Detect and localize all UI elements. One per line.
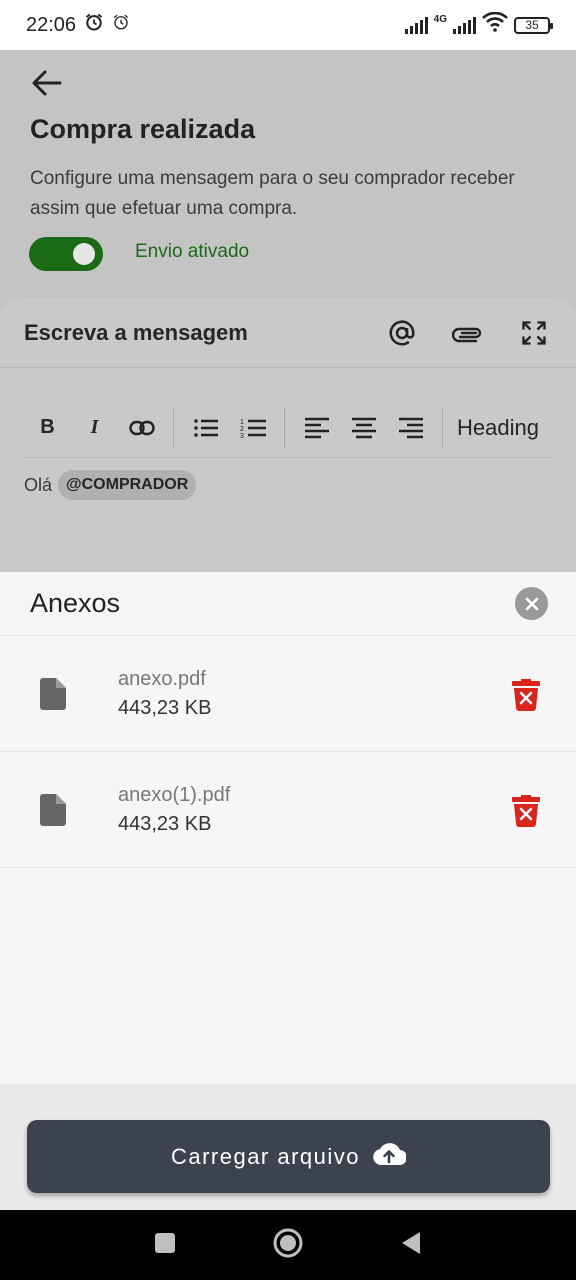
alarm-icon bbox=[84, 12, 104, 38]
file-icon bbox=[38, 793, 68, 826]
fullscreen-icon[interactable] bbox=[516, 315, 552, 351]
content-text: Olá bbox=[24, 474, 53, 495]
bold-button[interactable]: B bbox=[24, 408, 71, 448]
link-icon[interactable] bbox=[118, 408, 165, 448]
numbered-list-icon[interactable]: 123 bbox=[229, 408, 276, 448]
toolbar-divider bbox=[173, 406, 174, 449]
network-type: 4G bbox=[433, 13, 447, 25]
align-right-icon[interactable] bbox=[387, 408, 434, 448]
cloud-upload-icon bbox=[372, 1141, 408, 1172]
status-bar: 22:06 4G 35 bbox=[0, 0, 576, 50]
italic-button[interactable]: I bbox=[71, 408, 118, 448]
page-description: Configure uma mensagem para o seu compra… bbox=[30, 168, 515, 219]
toggle-label: Envio ativado bbox=[135, 241, 250, 262]
home-icon[interactable] bbox=[272, 1227, 304, 1264]
close-icon bbox=[525, 597, 538, 610]
heading-button[interactable]: Heading bbox=[457, 415, 539, 441]
align-left-icon[interactable] bbox=[293, 408, 340, 448]
file-size: 443,23 KB bbox=[118, 812, 212, 835]
svg-text:3: 3 bbox=[240, 433, 244, 439]
attachment-row: anexo(1).pdf 443,23 KB bbox=[0, 752, 576, 868]
page-title: Compra realizada bbox=[30, 114, 256, 144]
upload-label: Carregar arquivo bbox=[170, 1143, 361, 1169]
toolbar-divider bbox=[442, 406, 443, 449]
editor-title: Escreva a mensagem bbox=[24, 319, 248, 345]
sheet-header: Anexos bbox=[0, 572, 576, 636]
file-name: anexo(1).pdf bbox=[118, 783, 231, 806]
recents-icon[interactable] bbox=[154, 1232, 176, 1259]
send-toggle[interactable] bbox=[29, 237, 103, 271]
delete-icon[interactable] bbox=[508, 792, 544, 828]
bullet-list-icon[interactable] bbox=[182, 408, 229, 448]
sheet-title: Anexos bbox=[30, 588, 121, 618]
back-triangle-icon[interactable] bbox=[400, 1231, 422, 1260]
delete-icon[interactable] bbox=[508, 676, 544, 712]
svg-text:2: 2 bbox=[240, 426, 244, 433]
svg-text:1: 1 bbox=[240, 419, 244, 426]
mention-chip[interactable]: @COMPRADOR bbox=[58, 470, 197, 500]
align-center-icon[interactable] bbox=[340, 408, 387, 448]
battery-icon: 35 bbox=[514, 16, 553, 34]
page-background: Compra realizada Configure uma mensagem … bbox=[0, 50, 576, 572]
back-arrow-icon[interactable] bbox=[30, 68, 64, 98]
file-name: anexo.pdf bbox=[118, 667, 206, 690]
file-size: 443,23 KB bbox=[118, 696, 212, 719]
upload-button[interactable]: Carregar arquivo bbox=[27, 1120, 550, 1193]
close-button[interactable] bbox=[515, 587, 548, 620]
sheet-footer: Carregar arquivo bbox=[0, 1084, 576, 1210]
signal-icon bbox=[404, 16, 428, 34]
editor-content[interactable]: Olá @COMPRADOR bbox=[24, 470, 197, 500]
toggle-knob bbox=[73, 243, 95, 265]
signal-4g-icon bbox=[453, 16, 476, 34]
status-time: 22:06 bbox=[26, 13, 77, 36]
wifi-icon bbox=[482, 11, 508, 38]
alarm-outline-icon bbox=[112, 13, 130, 37]
nav-bar bbox=[0, 1210, 576, 1280]
attachments-sheet: Anexos anexo.pdf 443,23 KB anexo(1).pdf … bbox=[0, 572, 576, 1210]
message-editor: Escreva a mensagem B I 1 2 3 Heading Olá… bbox=[0, 298, 576, 572]
toolbar-divider bbox=[284, 406, 285, 449]
editor-header: Escreva a mensagem bbox=[0, 298, 576, 368]
file-icon bbox=[38, 677, 68, 710]
format-toolbar: B I 123 Heading bbox=[24, 398, 552, 458]
mention-icon[interactable] bbox=[384, 315, 420, 351]
attachment-row: anexo.pdf 443,23 KB bbox=[0, 636, 576, 752]
paperclip-icon[interactable] bbox=[450, 315, 486, 351]
